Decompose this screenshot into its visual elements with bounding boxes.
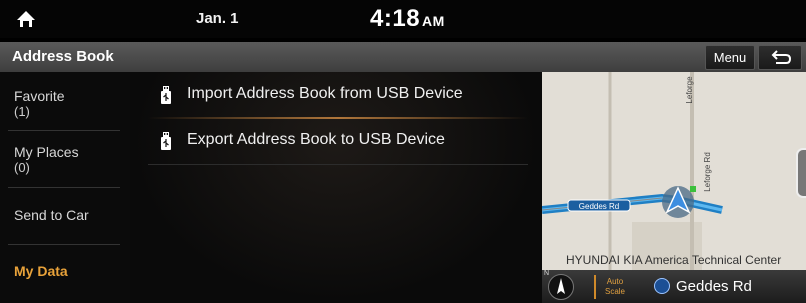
clock-ampm: AM [422, 13, 445, 29]
home-icon[interactable] [16, 9, 36, 29]
road-label-leforge: Leforge [685, 76, 694, 104]
status-clock: 4:18 AM [370, 5, 445, 33]
list-item-import[interactable]: Import Address Book from USB Device [130, 72, 542, 118]
page-title: Address Book [12, 48, 114, 65]
destination-flag-icon [690, 186, 696, 192]
sidebar: Favorite (1) My Places (0) Send to Car M… [0, 72, 130, 303]
sidebar-item-my-places[interactable]: My Places (0) [0, 144, 130, 176]
poi-label: HYUNDAI KIA America Technical Center [566, 253, 781, 267]
sidebar-item-count: (1) [14, 104, 30, 119]
compass-icon [557, 278, 565, 294]
sidebar-item-label: My Places [14, 144, 79, 160]
sidebar-item-my-data[interactable]: My Data [0, 263, 130, 279]
usb-icon [161, 132, 171, 150]
title-bar: Address Book Menu [0, 42, 806, 72]
list-item-export[interactable]: Export Address Book to USB Device [130, 118, 542, 164]
sidebar-item-favorite[interactable]: Favorite (1) [0, 88, 130, 120]
autoscale-button[interactable]: Auto Scale [594, 275, 634, 299]
divider [8, 244, 120, 245]
divider [8, 187, 120, 188]
map-view[interactable]: Geddes Rd Leforge Leforge Rd HYUNDAI KIA… [542, 72, 806, 303]
list-item-label: Import Address Book from USB Device [187, 85, 463, 102]
status-bar: Jan. 1 4:18 AM [0, 0, 806, 38]
autoscale-label-1: Auto [606, 277, 624, 286]
divider [148, 164, 528, 165]
clock-time: 4:18 [370, 5, 421, 32]
compass-button[interactable] [548, 274, 574, 300]
back-button[interactable] [758, 45, 802, 70]
compass-north-label: N [544, 270, 550, 277]
map-side-handle[interactable] [796, 148, 806, 198]
current-road-name: Geddes Rd [676, 278, 752, 295]
map-canvas: Geddes Rd Leforge Leforge Rd HYUNDAI KIA… [542, 72, 781, 270]
sidebar-item-label: My Data [14, 263, 68, 279]
navigation-icon [654, 278, 670, 294]
address-book-menu-list: Import Address Book from USB Device Expo… [130, 72, 542, 303]
back-icon [771, 50, 792, 64]
list-item-label: Export Address Book to USB Device [187, 131, 445, 148]
sidebar-item-label: Send to Car [14, 207, 89, 223]
status-date: Jan. 1 [196, 10, 239, 27]
sidebar-item-count: (0) [14, 160, 30, 175]
divider [8, 130, 120, 131]
autoscale-label-2: Scale [604, 287, 625, 296]
route-road-label: Geddes Rd [579, 202, 619, 211]
menu-button[interactable]: Menu [705, 45, 755, 70]
sidebar-item-send-to-car[interactable]: Send to Car [0, 207, 130, 223]
map-bottom-bar: N Auto Scale Geddes Rd [542, 270, 806, 303]
sidebar-item-label: Favorite [14, 88, 65, 104]
road-label-leforge-rd: Leforge Rd [703, 152, 712, 192]
usb-icon [161, 86, 171, 104]
